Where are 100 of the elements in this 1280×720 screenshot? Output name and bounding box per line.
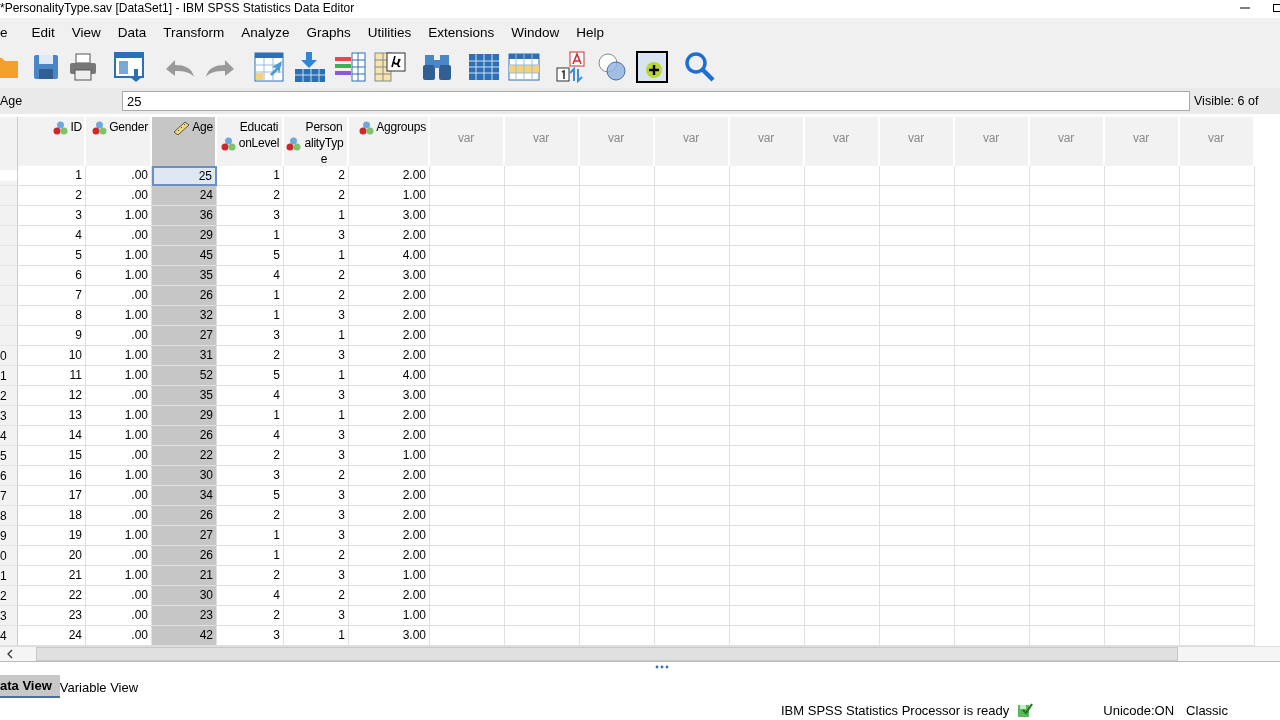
empty-cell[interactable] xyxy=(580,506,655,526)
empty-cell[interactable] xyxy=(1030,266,1105,286)
empty-cell[interactable] xyxy=(1105,586,1180,606)
row-header[interactable]: 9 xyxy=(0,526,18,546)
empty-cell[interactable] xyxy=(955,306,1030,326)
empty-cell[interactable] xyxy=(1180,486,1255,506)
table-cell[interactable]: 34 xyxy=(152,486,217,506)
value-labels-icon[interactable] xyxy=(556,51,588,83)
empty-cell[interactable] xyxy=(430,406,505,426)
table-cell[interactable]: 2 xyxy=(217,606,284,626)
column-header[interactable]: Age xyxy=(152,117,217,166)
table-cell[interactable]: 5 xyxy=(217,246,284,266)
table-cell[interactable]: 1 xyxy=(284,246,349,266)
empty-cell[interactable] xyxy=(655,386,730,406)
table-cell[interactable]: 16 xyxy=(18,466,86,486)
empty-cell[interactable] xyxy=(1030,286,1105,306)
table-cell[interactable]: 3 xyxy=(217,466,284,486)
empty-cell[interactable] xyxy=(505,586,580,606)
row-header[interactable]: 3 xyxy=(0,606,18,626)
empty-cell[interactable] xyxy=(505,226,580,246)
empty-cell[interactable] xyxy=(655,326,730,346)
table-cell[interactable]: 11 xyxy=(18,366,86,386)
empty-cell[interactable] xyxy=(1030,366,1105,386)
table-cell[interactable]: 1 xyxy=(284,206,349,226)
table-cell[interactable]: 2.00 xyxy=(349,486,430,506)
empty-cell[interactable] xyxy=(580,346,655,366)
column-header[interactable]: EducationLevel xyxy=(217,117,284,166)
table-cell[interactable]: 27 xyxy=(152,326,217,346)
empty-cell[interactable] xyxy=(430,286,505,306)
empty-cell[interactable] xyxy=(955,206,1030,226)
empty-cell[interactable] xyxy=(505,186,580,206)
table-cell[interactable]: 4.00 xyxy=(349,246,430,266)
menu-item[interactable]: Extensions xyxy=(420,24,504,40)
empty-cell[interactable] xyxy=(955,266,1030,286)
table-cell[interactable]: 2 xyxy=(217,446,284,466)
empty-cell[interactable] xyxy=(430,566,505,586)
empty-cell[interactable] xyxy=(1180,246,1255,266)
table-cell[interactable]: 19 xyxy=(18,526,86,546)
empty-cell[interactable] xyxy=(1105,226,1180,246)
empty-cell[interactable] xyxy=(655,526,730,546)
empty-cell[interactable] xyxy=(1030,566,1105,586)
empty-cell[interactable] xyxy=(505,406,580,426)
empty-cell[interactable] xyxy=(730,526,805,546)
empty-cell[interactable] xyxy=(880,526,955,546)
empty-cell[interactable] xyxy=(1030,166,1105,186)
empty-cell[interactable] xyxy=(580,426,655,446)
empty-cell[interactable] xyxy=(730,606,805,626)
empty-cell[interactable] xyxy=(505,506,580,526)
row-header[interactable] xyxy=(0,266,18,286)
empty-cell[interactable] xyxy=(955,546,1030,566)
empty-cell[interactable] xyxy=(1105,186,1180,206)
empty-cell[interactable] xyxy=(730,506,805,526)
row-header[interactable] xyxy=(0,226,18,246)
empty-cell[interactable] xyxy=(1180,606,1255,626)
empty-cell[interactable] xyxy=(955,606,1030,626)
table-cell[interactable]: 36 xyxy=(152,206,217,226)
splitter-handle[interactable] xyxy=(655,665,669,669)
empty-cell[interactable] xyxy=(655,586,730,606)
empty-cell[interactable] xyxy=(880,486,955,506)
row-header[interactable] xyxy=(0,246,18,266)
table-cell[interactable]: 25 xyxy=(152,166,217,186)
empty-cell[interactable] xyxy=(730,366,805,386)
empty-cell[interactable] xyxy=(655,186,730,206)
empty-cell[interactable] xyxy=(430,606,505,626)
empty-cell[interactable] xyxy=(805,546,880,566)
empty-cell[interactable] xyxy=(505,266,580,286)
table-cell[interactable]: 26 xyxy=(152,546,217,566)
empty-cell[interactable] xyxy=(1105,566,1180,586)
table-cell[interactable]: 26 xyxy=(152,506,217,526)
table-cell[interactable]: 2 xyxy=(217,186,284,206)
menu-item[interactable]: Edit xyxy=(23,24,64,40)
table-cell[interactable]: 2 xyxy=(284,586,349,606)
table-cell[interactable]: 52 xyxy=(152,366,217,386)
empty-cell[interactable] xyxy=(805,506,880,526)
empty-cell[interactable] xyxy=(880,326,955,346)
table-cell[interactable]: 2.00 xyxy=(349,546,430,566)
table-cell[interactable]: 2 xyxy=(217,346,284,366)
row-header[interactable]: 4 xyxy=(0,426,18,446)
empty-cell[interactable] xyxy=(505,306,580,326)
horizontal-scrollbar[interactable] xyxy=(0,646,1280,661)
empty-cell[interactable] xyxy=(730,486,805,506)
empty-cell[interactable] xyxy=(1180,266,1255,286)
empty-cell[interactable] xyxy=(730,546,805,566)
empty-cell[interactable] xyxy=(430,366,505,386)
table-cell[interactable]: 1 xyxy=(217,226,284,246)
empty-cell[interactable] xyxy=(730,566,805,586)
table-cell[interactable]: 31 xyxy=(152,346,217,366)
empty-cell[interactable] xyxy=(880,606,955,626)
table-cell[interactable]: 2 xyxy=(284,466,349,486)
table-cell[interactable]: 3 xyxy=(284,526,349,546)
table-cell[interactable]: 1 xyxy=(217,166,284,186)
empty-cell[interactable] xyxy=(805,466,880,486)
empty-cell[interactable] xyxy=(805,366,880,386)
empty-cell[interactable] xyxy=(430,526,505,546)
empty-cell[interactable] xyxy=(1030,226,1105,246)
empty-cell[interactable] xyxy=(1105,366,1180,386)
empty-cell[interactable] xyxy=(955,466,1030,486)
empty-cell[interactable] xyxy=(655,566,730,586)
table-icon[interactable] xyxy=(508,52,540,82)
empty-cell[interactable] xyxy=(955,366,1030,386)
